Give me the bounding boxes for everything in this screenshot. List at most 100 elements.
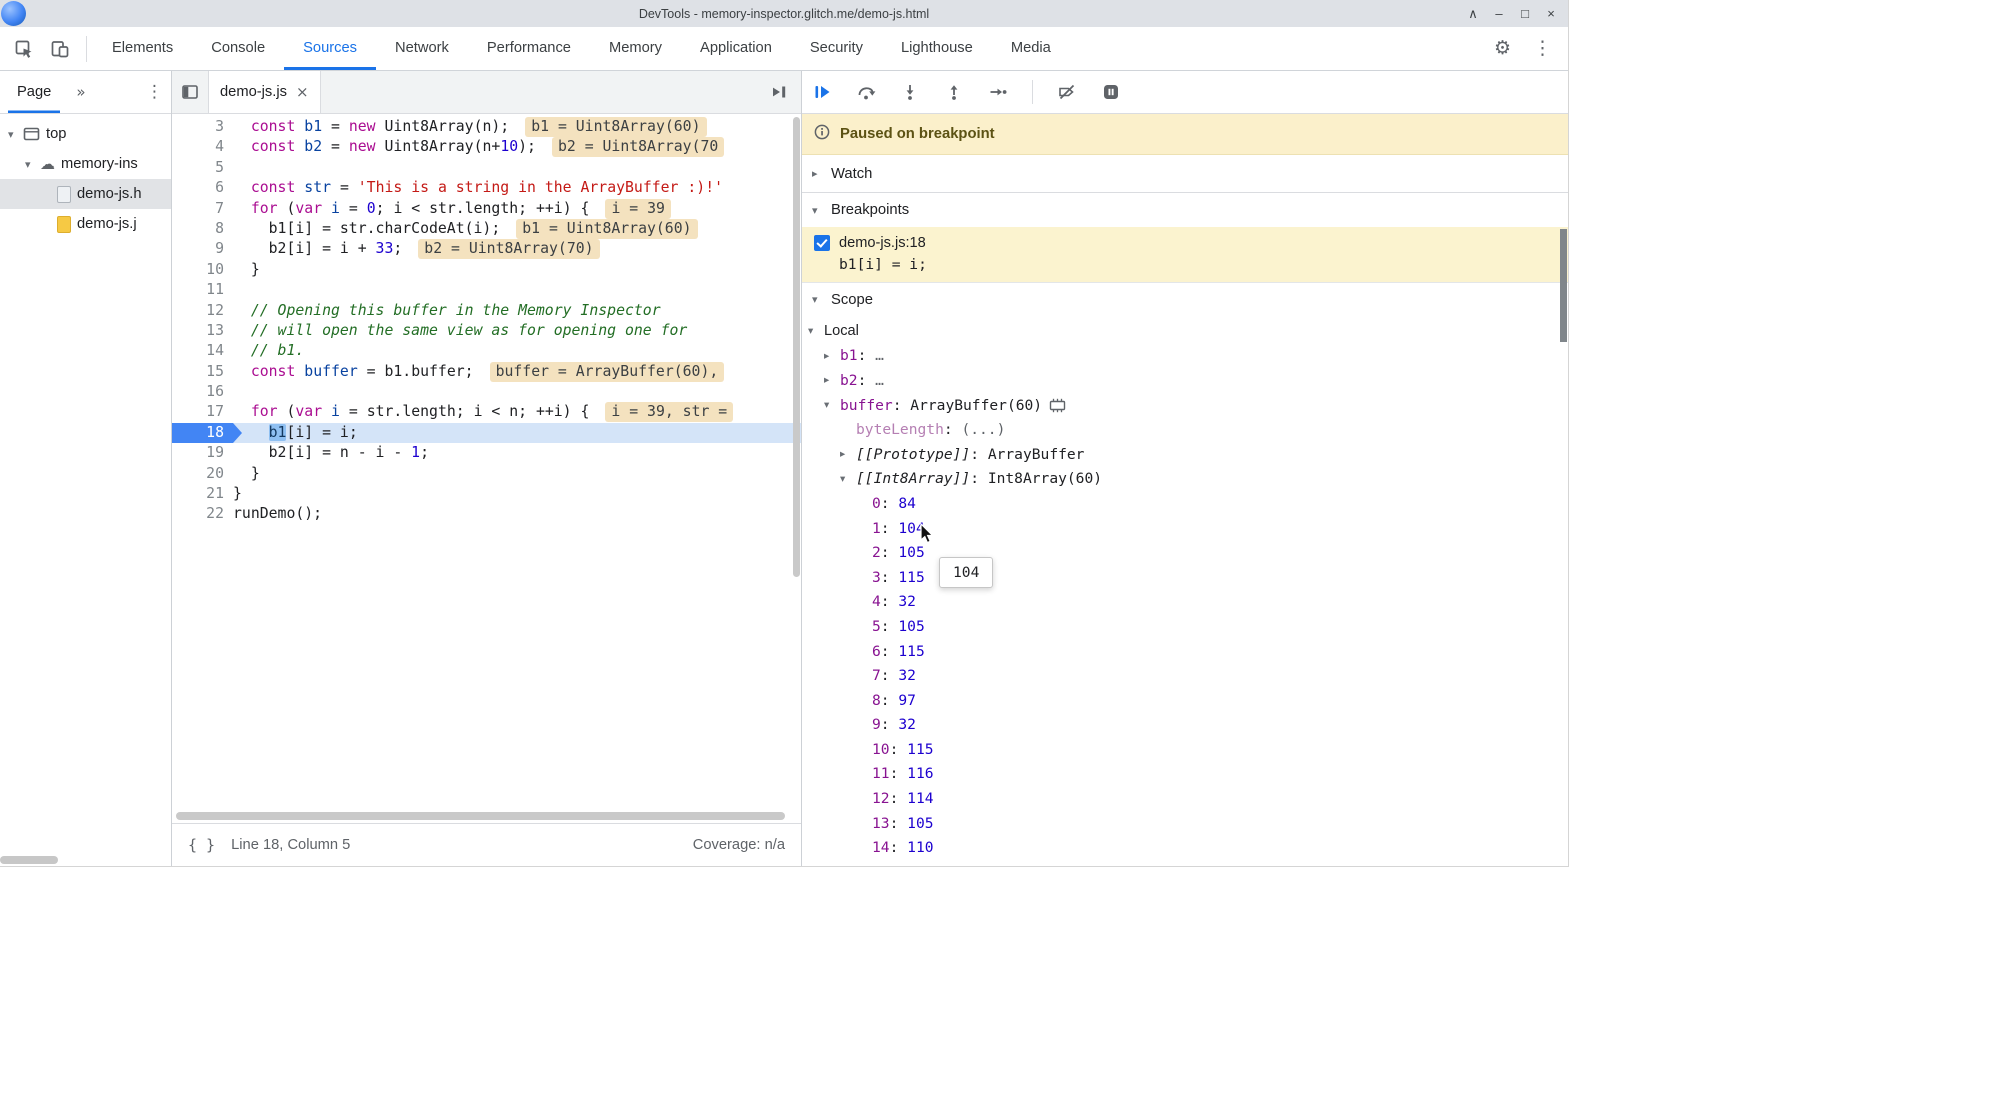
code-line-content[interactable]: runDemo();	[233, 504, 801, 524]
tab-application[interactable]: Application	[681, 27, 791, 70]
line-number[interactable]: 8	[172, 219, 233, 239]
code-editor[interactable]: 3 const b1 = new Uint8Array(n); b1 = Uint…	[172, 114, 801, 823]
line-number[interactable]: 16	[172, 382, 233, 402]
tab-performance[interactable]: Performance	[468, 27, 590, 70]
window-maximize-button[interactable]: □	[1512, 0, 1538, 27]
line-number[interactable]: 5	[172, 158, 233, 178]
step-into-button[interactable]	[900, 82, 920, 102]
breakpoint-entry[interactable]: demo-js.js:18 b1[i] = i;	[802, 227, 1568, 282]
scope-row-local[interactable]: ▾ Local	[802, 319, 1568, 344]
code-line-content[interactable]: const b2 = new Uint8Array(n+10); b2 = Uin…	[233, 137, 801, 158]
sidebar-hscrollbar[interactable]	[0, 855, 171, 866]
code-line-content[interactable]: const str = 'This is a string in the Arr…	[233, 178, 801, 198]
debugger-panel-toggle-icon[interactable]	[757, 71, 801, 113]
scope-row-prototype[interactable]: ▸ [[Prototype]]: ArrayBuffer	[802, 442, 1568, 467]
section-scope[interactable]: ▾ Scope	[802, 282, 1568, 316]
scope-row-b2[interactable]: ▸ b2: …	[802, 368, 1568, 393]
tab-sources[interactable]: Sources	[284, 27, 376, 70]
inspect-icon[interactable]	[14, 39, 34, 59]
code-line-content[interactable]: }	[233, 464, 801, 484]
scope-row-buffer[interactable]: ▾ buffer: ArrayBuffer(60)	[802, 393, 1568, 418]
line-number[interactable]: 9	[172, 239, 233, 259]
resume-button[interactable]	[812, 82, 832, 102]
line-number[interactable]: 3	[172, 117, 233, 137]
code-line-content[interactable]: // will open the same view as for openin…	[233, 321, 801, 341]
code-line-content[interactable]: for (var i = 0; i < str.length; ++i) {i …	[233, 198, 801, 219]
line-number[interactable]: 7	[172, 199, 233, 219]
tree-expand-triangle-icon[interactable]: ▾	[8, 128, 23, 141]
code-line-content[interactable]: b2[i] = n - i - 1;	[233, 443, 801, 463]
scope-expand-triangle-icon[interactable]: ▾	[824, 399, 840, 411]
tab-media[interactable]: Media	[992, 27, 1070, 70]
line-number[interactable]: 6	[172, 178, 233, 198]
more-options-kebab-icon[interactable]: ⋮	[1533, 39, 1552, 58]
step-over-button[interactable]	[856, 82, 876, 102]
code-line-content[interactable]: b1[i] = str.charCodeAt(i); b1 = Uint8Arra…	[233, 218, 801, 239]
memory-inspector-icon[interactable]	[1049, 398, 1066, 413]
section-watch[interactable]: ▸ Watch	[802, 155, 1568, 193]
code-line-content[interactable]: }	[233, 484, 801, 504]
settings-gear-icon[interactable]: ⚙	[1494, 39, 1511, 58]
line-number[interactable]: 12	[172, 301, 233, 321]
sidebar-hscrollbar-thumb[interactable]	[0, 856, 58, 864]
step-button[interactable]	[988, 82, 1008, 102]
line-number[interactable]: 18	[172, 422, 242, 444]
pretty-print-button[interactable]: { }	[188, 836, 215, 854]
code-line-content[interactable]	[233, 280, 801, 300]
navigator-toggle-icon[interactable]	[172, 71, 208, 113]
line-number[interactable]: 10	[172, 260, 233, 280]
code-line-content[interactable]: }	[233, 260, 801, 280]
line-number[interactable]: 19	[172, 443, 233, 463]
scope-expand-triangle-icon[interactable]: ▸	[840, 448, 856, 460]
line-number[interactable]: 21	[172, 484, 233, 504]
scope-expand-triangle-icon[interactable]: ▾	[812, 293, 824, 306]
window-collapse-button[interactable]: ∧	[1460, 0, 1486, 27]
scope-row-int8array[interactable]: ▾ [[Int8Array]]: Int8Array(60)	[802, 467, 1568, 492]
scope-row-b1[interactable]: ▸ b1: …	[802, 344, 1568, 369]
code-line-content[interactable]: // b1.	[233, 341, 801, 361]
window-close-button[interactable]: ×	[1538, 0, 1564, 27]
line-number[interactable]: 22	[172, 504, 233, 524]
step-out-button[interactable]	[944, 82, 964, 102]
close-tab-icon[interactable]: ×	[296, 83, 309, 101]
line-number[interactable]: 15	[172, 362, 233, 382]
line-number[interactable]: 4	[172, 137, 233, 157]
scope-expand-triangle-icon[interactable]: ▸	[824, 350, 840, 362]
editor-vscrollbar-thumb[interactable]	[793, 117, 800, 577]
breakpoint-checkbox[interactable]	[814, 235, 830, 251]
code-line-content[interactable]: b2[i] = i + 33; b2 = Uint8Array(70)	[233, 239, 801, 260]
tab-network[interactable]: Network	[376, 27, 468, 70]
window-minimize-button[interactable]: –	[1486, 0, 1512, 27]
deactivate-breakpoints-button[interactable]	[1057, 82, 1077, 102]
scope-expand-triangle-icon[interactable]: ▾	[808, 325, 824, 337]
section-breakpoints[interactable]: ▾ Breakpoints	[802, 193, 1568, 227]
line-number[interactable]: 17	[172, 402, 233, 422]
code-line-content[interactable]: b1[i] = i;	[233, 422, 801, 444]
tab-elements[interactable]: Elements	[93, 27, 192, 70]
tree-item-demo-js.j[interactable]: demo-js.j	[0, 209, 171, 239]
tab-page[interactable]: Page	[8, 71, 60, 113]
navigator-menu-kebab-icon[interactable]: ⋮	[146, 82, 163, 102]
line-number[interactable]: 14	[172, 341, 233, 361]
scope-expand-triangle-icon[interactable]: ▾	[840, 473, 856, 485]
code-line-content[interactable]	[233, 382, 801, 402]
debugger-vscrollbar-thumb[interactable]	[1560, 229, 1567, 342]
more-tabs-chevron-icon[interactable]: »	[76, 83, 85, 101]
tab-console[interactable]: Console	[192, 27, 284, 70]
code-line-content[interactable]: const b1 = new Uint8Array(n); b1 = Uint8A…	[233, 117, 801, 137]
tree-item-demo-js.h[interactable]: demo-js.h	[0, 179, 171, 209]
code-line-content[interactable]: const buffer = b1.buffer; buffer = ArrayB…	[233, 361, 801, 382]
tab-lighthouse[interactable]: Lighthouse	[882, 27, 992, 70]
watch-collapse-triangle-icon[interactable]: ▸	[812, 167, 824, 180]
tree-expand-triangle-icon[interactable]: ▾	[25, 158, 40, 171]
code-line-content[interactable]	[233, 158, 801, 178]
line-number[interactable]: 20	[172, 464, 233, 484]
editor-hscrollbar-thumb[interactable]	[176, 812, 785, 820]
line-number[interactable]: 13	[172, 321, 233, 341]
tab-security[interactable]: Security	[791, 27, 882, 70]
breakpoints-expand-triangle-icon[interactable]: ▾	[812, 204, 824, 217]
tree-item-top[interactable]: ▾ top	[0, 119, 171, 149]
code-line-content[interactable]: // Opening this buffer in the Memory Ins…	[233, 301, 801, 321]
tab-memory[interactable]: Memory	[590, 27, 681, 70]
editor-tab-demo-js[interactable]: demo-js.js ×	[208, 71, 321, 113]
